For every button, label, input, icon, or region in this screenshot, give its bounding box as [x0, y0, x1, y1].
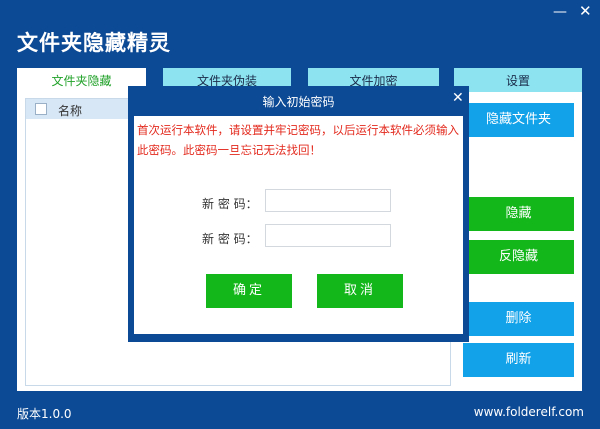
- ok-button[interactable]: 确定: [206, 274, 292, 308]
- app-title: 文件夹隐藏精灵: [17, 31, 171, 55]
- dialog-body: 首次运行本软件，请设置并牢记密码，以后运行本软件必须输入此密码。此密码一旦忘记无…: [134, 116, 463, 334]
- delete-button[interactable]: 删除: [463, 302, 574, 336]
- confirm-password-label: 新 密 码：: [202, 232, 258, 246]
- hide-folder-button[interactable]: 隐藏文件夹: [463, 103, 574, 137]
- refresh-button[interactable]: 刷新: [463, 343, 574, 377]
- close-icon[interactable]: ✕: [579, 4, 592, 19]
- website-link[interactable]: www.folderelf.com: [474, 405, 584, 419]
- new-password-input[interactable]: [265, 189, 391, 212]
- initial-password-dialog: 输入初始密码 ✕ 首次运行本软件，请设置并牢记密码，以后运行本软件必须输入此密码…: [128, 86, 469, 342]
- confirm-password-input[interactable]: [265, 224, 391, 247]
- version-label: 版本1.0.0: [17, 407, 72, 421]
- tab-settings[interactable]: 设置: [454, 68, 582, 92]
- hide-button[interactable]: 隐藏: [463, 197, 574, 231]
- select-all-checkbox[interactable]: [35, 103, 47, 115]
- warning-message: 首次运行本软件，请设置并牢记密码，以后运行本软件必须输入此密码。此密码一旦忘记无…: [137, 123, 459, 157]
- tab-folder-hide[interactable]: 文件夹隐藏: [17, 68, 146, 92]
- new-password-label: 新 密 码：: [202, 197, 258, 211]
- dialog-title: 输入初始密码: [262, 95, 335, 109]
- minimize-icon[interactable]: —: [553, 5, 567, 19]
- unhide-button[interactable]: 反隐藏: [463, 240, 574, 274]
- cancel-button[interactable]: 取消: [317, 274, 403, 308]
- dialog-close-icon[interactable]: ✕: [452, 90, 464, 106]
- column-header-name[interactable]: 名称: [58, 102, 82, 119]
